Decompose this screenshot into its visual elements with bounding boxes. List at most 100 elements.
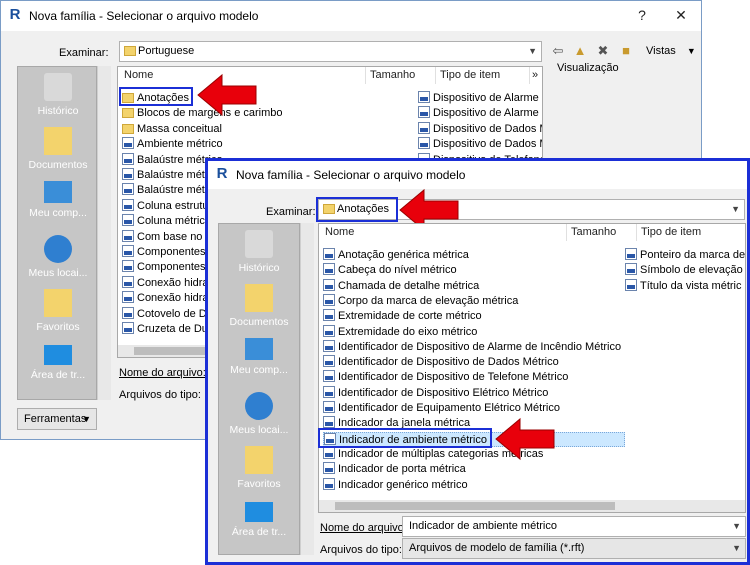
list-item-label: Componentes <box>137 261 206 274</box>
computer-icon <box>245 338 273 360</box>
col-size[interactable]: Tamanho <box>567 224 637 241</box>
filetype-combo[interactable]: Arquivos de modelo de família (*.rft) ▼ <box>402 538 746 559</box>
list-item[interactable]: Dispositivo de Dados M <box>418 137 543 152</box>
places-scrollbar[interactable] <box>97 66 111 400</box>
list-item[interactable]: Chamada de detalhe métrica <box>323 278 479 294</box>
list-item-label: Ambiente métrico <box>137 138 223 151</box>
front-file-list: Nome Tamanho Tipo de item Anotação genér… <box>318 223 746 513</box>
tools-button[interactable]: Ferramentas ▼ <box>17 408 97 430</box>
place-label: Favoritos <box>36 321 80 333</box>
list-item[interactable]: Extremidade do eixo métrico <box>323 324 477 340</box>
front-hscroll[interactable] <box>319 500 745 512</box>
list-item[interactable]: Componentes <box>122 260 206 275</box>
list-item[interactable]: Coluna métric <box>122 214 205 229</box>
folder-icon <box>122 123 134 134</box>
list-item[interactable]: Componentes <box>122 245 206 260</box>
place-label: Meus locai... <box>28 267 88 279</box>
list-item[interactable]: Símbolo de elevação <box>625 263 745 278</box>
network-icon <box>245 392 273 420</box>
place-documents[interactable]: Documentos <box>219 284 299 328</box>
list-item[interactable]: Indicador genérico métrico <box>323 477 468 493</box>
list-item[interactable]: Ponteiro da marca de <box>625 248 745 263</box>
rft-file-icon <box>122 306 134 319</box>
place-network[interactable]: Meus locai... <box>18 235 98 279</box>
front-dialog: R Nova família - Selecionar o arquivo mo… <box>205 158 750 565</box>
list-item-label: Identificador de Dispositivo Elétrico Mé… <box>338 386 549 399</box>
list-item[interactable]: Balaústre métr <box>122 183 209 198</box>
place-desktop[interactable]: Área de tr... <box>18 345 98 381</box>
list-item[interactable]: Cabeça do nível métrico <box>323 263 457 278</box>
list-item[interactable]: Balaústre métr <box>122 168 209 183</box>
documents-icon <box>44 127 72 155</box>
list-item[interactable]: Indicador de porta métrica <box>323 462 466 477</box>
back-arrow-icon[interactable]: ⇦ <box>550 43 566 59</box>
views-label: Vistas <box>646 45 676 57</box>
list-item[interactable]: Com base no <box>122 229 203 245</box>
list-item[interactable]: Conexão hidra <box>122 291 209 306</box>
history-icon <box>245 230 273 258</box>
delete-icon[interactable]: ✖ <box>595 43 611 59</box>
list-item[interactable]: Extremidade de corte métrico <box>323 309 482 324</box>
list-item[interactable]: Identificador de Dispositivo de Alarme d… <box>323 339 621 355</box>
place-label: Área de tr... <box>231 526 287 538</box>
look-in-label: Examinar: <box>59 47 109 59</box>
list-item-label: Com base no <box>137 230 203 243</box>
col-type[interactable]: Tipo de item <box>637 224 745 241</box>
highlight-box <box>318 428 492 448</box>
list-item-label: Coluna estrutu <box>137 199 209 212</box>
list-item[interactable]: Cruzeta de Du <box>122 322 208 337</box>
place-documents[interactable]: Documentos <box>18 127 98 171</box>
list-item[interactable]: Identificador de Equipamento Elétrico Mé… <box>323 401 560 416</box>
place-network[interactable]: Meus locai... <box>219 392 299 436</box>
list-item-label: Dispositivo de Dados M <box>433 138 543 151</box>
list-item[interactable]: Coluna estrutu <box>122 198 209 214</box>
list-item[interactable]: Identificador de Dispositivo Elétrico Mé… <box>323 385 549 401</box>
place-desktop[interactable]: Área de tr... <box>219 502 299 538</box>
place-favorites[interactable]: Favoritos <box>219 446 299 490</box>
folder-icon <box>122 108 134 119</box>
places-scrollbar[interactable] <box>300 223 314 555</box>
place-computer[interactable]: Meu comp... <box>18 181 98 219</box>
place-history[interactable]: Histórico <box>18 73 98 117</box>
place-computer[interactable]: Meu comp... <box>219 338 299 376</box>
col-name[interactable]: Nome <box>321 224 567 241</box>
list-item[interactable]: Corpo da marca de elevação métrica <box>323 293 518 309</box>
more-columns[interactable]: » <box>530 67 542 84</box>
look-in-combo[interactable]: Portuguese ▼ <box>119 41 542 62</box>
chevron-down-icon: ▼ <box>686 46 696 56</box>
back-filename-label: Nome do arquivo: <box>119 367 206 379</box>
list-item[interactable]: Identificador de Dispositivo de Dados Mé… <box>323 355 559 370</box>
list-item[interactable]: Dispositivo de Alarme d <box>418 106 542 121</box>
look-in-value: Portuguese <box>138 45 195 57</box>
list-item[interactable]: Dispositivo de Alarme d <box>418 91 542 106</box>
list-item[interactable]: Ambiente métrico <box>122 137 223 152</box>
list-item[interactable]: Massa conceitual <box>122 122 222 137</box>
back-filetype-label: Arquivos do tipo: <box>119 389 201 401</box>
list-item[interactable]: Dispositivo de Dados M <box>418 121 542 137</box>
red-arrow-icon <box>495 417 555 461</box>
filename-combo[interactable]: Indicador de ambiente métrico ▼ <box>402 516 746 537</box>
list-item[interactable]: Identificador de Dispositivo de Telefone… <box>323 370 568 385</box>
scroll-thumb[interactable] <box>335 502 615 510</box>
close-button[interactable]: ✕ <box>671 6 691 24</box>
help-button[interactable]: ? <box>632 6 652 24</box>
rft-file-icon <box>323 339 335 352</box>
rft-file-icon <box>323 401 335 413</box>
network-icon <box>44 235 72 263</box>
up-folder-icon[interactable]: ▲ <box>572 43 588 59</box>
col-type[interactable]: Tipo de item <box>436 67 530 84</box>
list-item[interactable]: Conexão hidra <box>122 275 209 291</box>
list-item[interactable]: Anotação genérica métrica <box>323 248 469 263</box>
new-folder-icon[interactable]: ■ <box>618 43 634 59</box>
col-size[interactable]: Tamanho <box>366 67 436 84</box>
list-item-label: Balaústre métr <box>137 169 209 181</box>
place-label: Documentos <box>229 316 289 328</box>
list-item[interactable]: Título da vista métric <box>625 278 745 294</box>
place-label: Histórico <box>238 262 280 274</box>
place-favorites[interactable]: Favoritos <box>18 289 98 333</box>
place-history[interactable]: Histórico <box>219 230 299 274</box>
rft-file-icon <box>122 183 134 196</box>
list-item-label: Cotovelo de D <box>137 307 207 320</box>
views-button[interactable]: Vistas ▼ <box>646 45 696 57</box>
list-item[interactable]: Cotovelo de D <box>122 306 207 322</box>
